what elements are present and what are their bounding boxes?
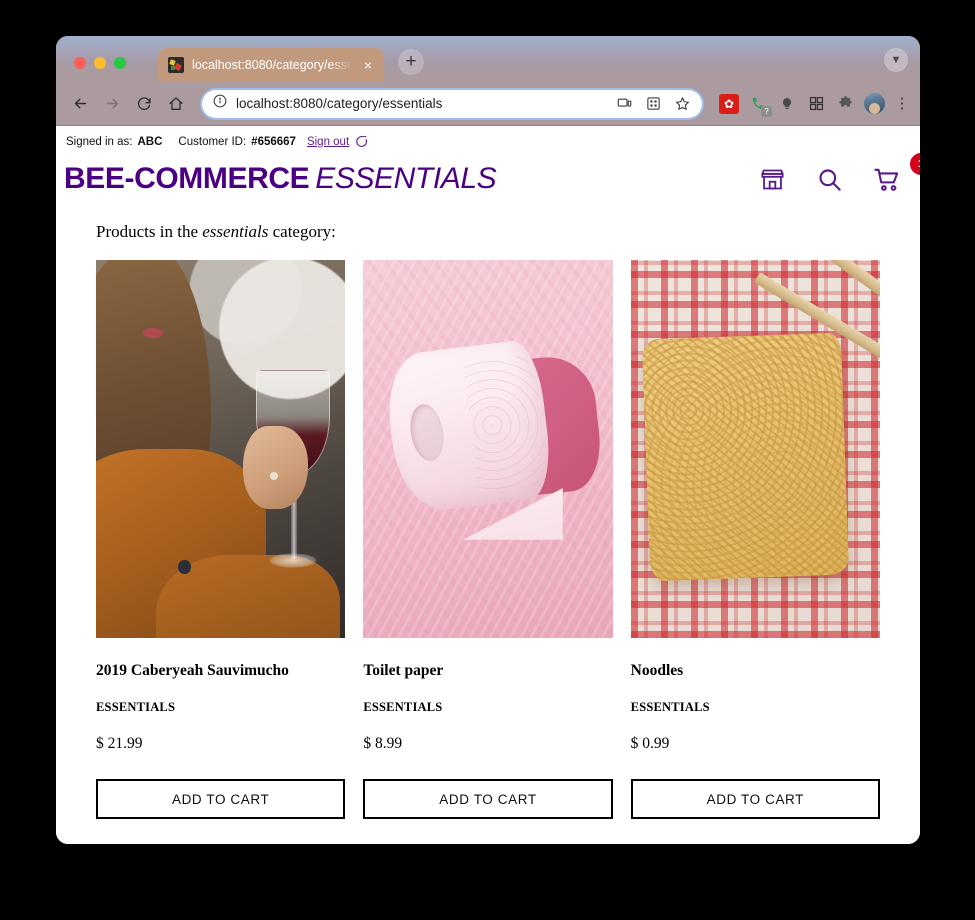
product-title: 2019 Caberyeah Sauvimucho: [96, 662, 289, 679]
url-text[interactable]: localhost:8080/category/essentials: [236, 96, 605, 111]
customer-id-value: #656667: [251, 135, 296, 148]
bulb-extension-icon[interactable]: [777, 94, 797, 114]
product-image-wine[interactable]: [96, 260, 346, 638]
back-icon[interactable]: [66, 90, 94, 118]
window-traffic-lights: [74, 57, 126, 69]
catalog-heading-category: essentials: [202, 222, 269, 241]
product-title: Noodles: [630, 662, 684, 679]
catalog-heading-prefix: Products in the: [96, 222, 198, 241]
browser-toolbar: localhost:8080/category/essentials ✿ ? ⋮: [56, 82, 920, 126]
power-logout-icon[interactable]: [355, 135, 368, 148]
product-grid: 2019 Caberyeah Sauvimucho ESSENTIALS $ 2…: [96, 260, 880, 819]
product-card: Noodles ESSENTIALS $ 0.99 ADD TO CART: [630, 260, 880, 819]
catalog-heading-suffix: category:: [272, 222, 336, 241]
add-to-cart-button[interactable]: ADD TO CART: [96, 779, 346, 819]
catalog-heading: Products in the essentials category:: [96, 206, 880, 260]
qr-extension-icon[interactable]: [806, 94, 826, 114]
tab-title: localhost:8080/category/essen: [192, 58, 352, 72]
site-header: BEE-COMMERCEESSENTIALS 1: [56, 152, 920, 206]
close-window-button[interactable]: [74, 57, 86, 69]
product-price: $ 21.99: [96, 735, 143, 752]
puzzle-extension-icon[interactable]: [835, 94, 855, 114]
search-icon[interactable]: [816, 166, 843, 193]
address-bar[interactable]: localhost:8080/category/essentials: [202, 89, 702, 118]
bookmark-star-icon[interactable]: [672, 94, 692, 114]
maximize-window-button[interactable]: [114, 57, 126, 69]
product-category: ESSENTIALS: [96, 700, 176, 714]
product-price: $ 8.99: [363, 735, 403, 752]
cart-count-badge: 1: [910, 152, 920, 175]
product-title: Toilet paper: [363, 662, 444, 679]
site-logo[interactable]: BEE-COMMERCE ESSENTIALS: [64, 162, 497, 196]
minimize-window-button[interactable]: [94, 57, 106, 69]
new-tab-button[interactable]: +: [398, 49, 424, 75]
product-card: 2019 Caberyeah Sauvimucho ESSENTIALS $ 2…: [96, 260, 346, 819]
qr-code-icon[interactable]: [643, 94, 663, 114]
tab-list-menu-icon[interactable]: ▼: [884, 48, 908, 72]
store-icon[interactable]: [759, 166, 786, 193]
cast-icon[interactable]: [614, 94, 634, 114]
product-category: ESSENTIALS: [630, 700, 710, 714]
close-tab-icon[interactable]: ×: [360, 57, 376, 73]
browser-menu-icon[interactable]: ⋮: [894, 95, 910, 112]
header-actions: 1: [759, 152, 920, 194]
phone-extension-icon[interactable]: ?: [748, 94, 772, 117]
site-info-icon[interactable]: [213, 94, 227, 113]
sign-out-link[interactable]: Sign out: [307, 136, 349, 148]
product-card: Toilet paper ESSENTIALS $ 8.99 ADD TO CA…: [363, 260, 613, 819]
brand-suffix: ESSENTIALS: [315, 162, 497, 195]
browser-tab[interactable]: localhost:8080/category/essen ×: [158, 48, 384, 82]
profile-avatar[interactable]: [864, 93, 885, 114]
browser-tab-strip: localhost:8080/category/essen × + ▼: [56, 36, 920, 82]
page-viewport: Signed in as: ABC Customer ID: #656667 S…: [56, 126, 920, 844]
phone-extension-badge: ?: [761, 105, 772, 117]
add-to-cart-button[interactable]: ADD TO CART: [630, 779, 880, 819]
brand-name: BEE-COMMERCE: [64, 162, 310, 195]
product-image-noodles[interactable]: [630, 260, 880, 638]
catalog-section: Products in the essentials category: 201…: [56, 206, 920, 819]
signed-in-username: ABC: [137, 135, 163, 148]
reload-icon[interactable]: [130, 90, 158, 118]
product-image-toilet-paper[interactable]: [363, 260, 613, 638]
product-category: ESSENTIALS: [363, 700, 443, 714]
pawprint-extension-icon[interactable]: ✿: [719, 93, 739, 114]
forward-icon[interactable]: [98, 90, 126, 118]
shopping-cart-icon[interactable]: 1: [873, 152, 920, 194]
signed-in-label: Signed in as:: [66, 135, 133, 148]
customer-id-label: Customer ID:: [178, 135, 247, 148]
browser-window: localhost:8080/category/essen × + ▼ loca…: [56, 36, 920, 844]
home-icon[interactable]: [162, 90, 190, 118]
site-favicon-icon: [168, 57, 184, 73]
account-bar: Signed in as: ABC Customer ID: #656667 S…: [56, 126, 920, 154]
product-price: $ 0.99: [630, 735, 670, 752]
extension-icons: ✿ ? ⋮: [714, 93, 910, 117]
add-to-cart-button[interactable]: ADD TO CART: [363, 779, 613, 819]
